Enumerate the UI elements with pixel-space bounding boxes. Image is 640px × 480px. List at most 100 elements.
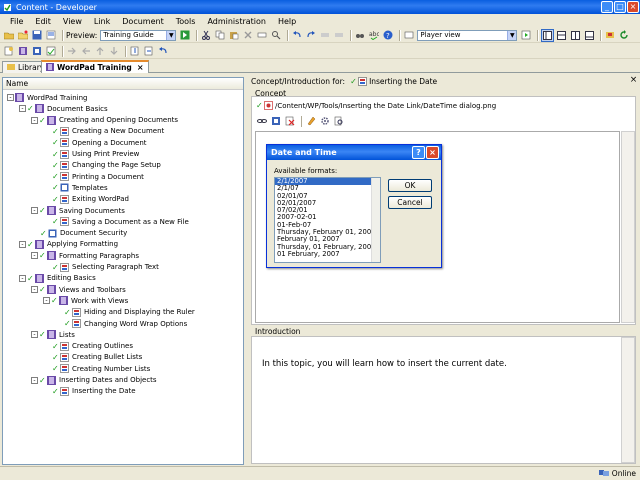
collapse-toggle-icon[interactable]: - [31, 331, 38, 339]
save-icon[interactable] [31, 29, 43, 41]
tree-node[interactable]: ✓ Document Security [31, 228, 128, 239]
tree-node[interactable]: ✓ Exiting WordPad [43, 194, 130, 205]
new-folder-icon[interactable] [17, 29, 29, 41]
tree-node[interactable]: ✓ Creating Number Lists [43, 363, 151, 374]
collapse-toggle-icon[interactable]: - [31, 286, 38, 294]
layout-toggle-3[interactable] [569, 29, 582, 42]
new-document-icon[interactable] [3, 45, 15, 57]
go-preview-icon[interactable] [179, 29, 191, 41]
tree-node[interactable]: ✓ Creating Bullet Lists [43, 352, 143, 363]
delete-icon[interactable] [242, 29, 254, 41]
tree-node[interactable]: - ✓ Work with Views [43, 295, 129, 306]
check-out-icon[interactable] [143, 45, 155, 57]
collapse-toggle-icon[interactable]: - [19, 274, 26, 282]
gear-icon[interactable] [319, 115, 331, 127]
tree-node[interactable]: ✓ Opening a Document [43, 137, 148, 148]
copy-icon[interactable] [214, 29, 226, 41]
tree-node[interactable]: - ✓ Lists [31, 329, 76, 340]
edit-pencil-icon[interactable] [305, 115, 317, 127]
layout-toggle-2[interactable] [555, 29, 568, 42]
menu-link[interactable]: Link [88, 17, 116, 26]
find-icon[interactable] [270, 29, 282, 41]
player-view-select[interactable]: Player view ▼ [417, 29, 518, 41]
paste-icon[interactable] [228, 29, 240, 41]
menu-document[interactable]: Document [116, 17, 169, 26]
collapse-toggle-icon[interactable]: - [7, 94, 14, 101]
close-tab-icon[interactable]: × [137, 63, 144, 72]
concept-scrollbar[interactable] [621, 131, 635, 323]
preview-play-icon[interactable] [520, 29, 532, 41]
collapse-toggle-icon[interactable]: - [31, 376, 38, 384]
tree-node[interactable]: ✓ Inserting the Date [43, 386, 137, 397]
close-icon[interactable]: × [629, 76, 638, 85]
move-down-icon[interactable] [108, 45, 120, 57]
collapse-toggle-icon[interactable]: - [31, 252, 38, 260]
menu-edit[interactable]: Edit [29, 17, 57, 26]
publish-icon[interactable] [604, 29, 616, 41]
tree-node[interactable]: ✓ Printing a Document [43, 171, 145, 182]
collapse-toggle-icon[interactable]: - [31, 207, 38, 214]
help-icon[interactable]: ? [382, 29, 394, 41]
tree-node[interactable]: - ✓ Applying Formatting [19, 239, 119, 250]
tree-node[interactable]: ✓ Changing the Page Setup [43, 160, 162, 171]
tree-node[interactable]: - ✓ Creating and Opening Documents [31, 115, 179, 126]
tree-node[interactable]: ✓ Using Print Preview [43, 149, 140, 160]
tree-node[interactable]: - ✓ Saving Documents [31, 205, 126, 216]
introduction-scrollbar[interactable] [621, 337, 635, 463]
minimize-button[interactable]: _ [601, 1, 613, 13]
tree-node[interactable]: ✓ Creating a New Document [43, 126, 165, 137]
redo-icon[interactable] [305, 29, 317, 41]
collapse-toggle-icon[interactable]: - [43, 297, 50, 305]
tree-node[interactable]: ✓ Hiding and Displaying the Ruler [55, 307, 196, 318]
zoom-out-icon[interactable] [319, 29, 331, 41]
undo-icon[interactable] [291, 29, 303, 41]
tree-node[interactable]: - WordPad Training [7, 92, 88, 103]
tree-node[interactable]: ✓ Templates [43, 182, 109, 193]
open-linked-icon[interactable] [270, 115, 282, 127]
collapse-toggle-icon[interactable]: - [31, 116, 38, 124]
preview-document-icon[interactable] [333, 115, 345, 127]
layout-toggle-4[interactable] [583, 29, 596, 42]
tree-node[interactable]: ✓ Selecting Paragraph Text [43, 262, 160, 273]
cut-icon[interactable] [200, 29, 212, 41]
tree-node[interactable]: - ✓ Editing Basics [19, 273, 97, 284]
rename-icon[interactable] [256, 29, 268, 41]
collapse-toggle-icon[interactable]: - [19, 240, 26, 248]
menu-file[interactable]: File [4, 17, 29, 26]
move-left-icon[interactable] [80, 45, 92, 57]
binoculars-icon[interactable] [354, 29, 366, 41]
menu-help[interactable]: Help [272, 17, 302, 26]
remove-link-icon[interactable] [284, 115, 296, 127]
link-icon[interactable] [256, 115, 268, 127]
preview-select[interactable]: Training Guide ▼ [100, 29, 177, 41]
layout-toggle-1[interactable] [541, 28, 555, 42]
collapse-toggle-icon[interactable]: - [19, 105, 26, 113]
new-topic-icon[interactable] [45, 45, 57, 57]
tree-node[interactable]: ✓ Saving a Document as a New File [43, 216, 190, 227]
refresh-icon[interactable] [618, 29, 630, 41]
tree-column-header[interactable]: Name [3, 78, 243, 90]
tree-node[interactable]: ✓ Creating Outlines [43, 341, 134, 352]
tab-wordpad-training[interactable]: WordPad Training × [41, 60, 149, 73]
spelling-icon[interactable]: abc [368, 29, 380, 41]
introduction-panel[interactable]: In this topic, you will learn how to ins… [251, 336, 636, 464]
tree-node[interactable]: - ✓ Views and Toolbars [31, 284, 127, 295]
tree-node[interactable]: - ✓ Document Basics [19, 103, 109, 114]
maximize-button[interactable]: □ [614, 1, 626, 13]
undo-checkout-icon[interactable] [157, 45, 169, 57]
zoom-in-icon[interactable] [333, 29, 345, 41]
tree-node[interactable]: - ✓ Inserting Dates and Objects [31, 375, 158, 386]
move-up-icon[interactable] [94, 45, 106, 57]
menu-administration[interactable]: Administration [201, 17, 272, 26]
new-book-icon[interactable] [17, 45, 29, 57]
new-section-icon[interactable] [31, 45, 43, 57]
properties-icon[interactable] [45, 29, 57, 41]
move-right-icon[interactable] [66, 45, 78, 57]
tree-node[interactable]: - ✓ Formatting Paragraphs [31, 250, 140, 261]
check-in-icon[interactable] [129, 45, 141, 57]
menu-tools[interactable]: Tools [170, 17, 202, 26]
tree-node[interactable]: ✓ Changing Word Wrap Options [55, 318, 188, 329]
close-window-button[interactable]: × [627, 1, 639, 13]
open-folder-icon[interactable] [3, 29, 15, 41]
menu-view[interactable]: View [57, 17, 88, 26]
